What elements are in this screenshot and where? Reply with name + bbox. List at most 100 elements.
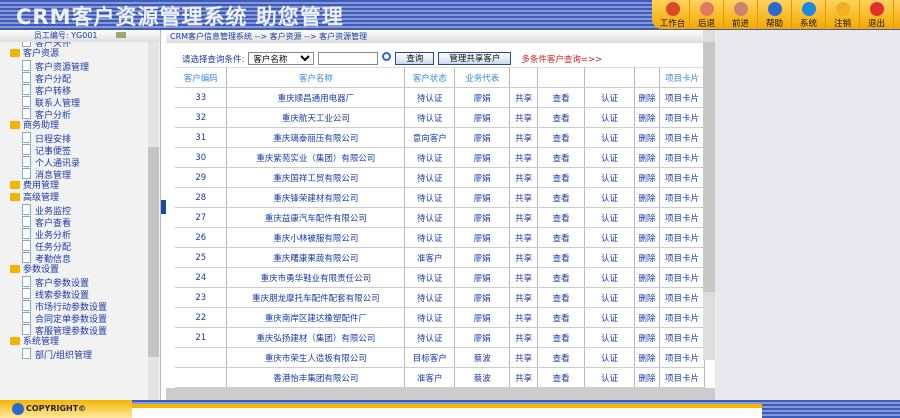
action-link[interactable]: 项目卡片 [659, 287, 706, 308]
action-link[interactable]: 查看 [537, 347, 586, 368]
action-link[interactable]: 删除 [634, 127, 660, 148]
action-link[interactable]: 删除 [634, 347, 660, 368]
action-link[interactable]: 删除 [634, 107, 660, 128]
tree-item[interactable]: 客户参数设置 [0, 276, 148, 289]
action-link[interactable]: 共享 [509, 127, 539, 148]
tree-item[interactable]: 市场行动参数设置 [0, 300, 148, 313]
toolbar-button-2[interactable]: 前进 [724, 0, 758, 29]
action-link[interactable]: 查看 [537, 147, 586, 168]
action-link[interactable]: 共享 [509, 287, 539, 308]
action-link[interactable]: 删除 [634, 187, 660, 208]
query-input[interactable] [318, 52, 379, 65]
tree-item[interactable]: 合同定单参数设置 [0, 312, 148, 325]
toolbar-button-5[interactable]: 注销 [826, 0, 860, 29]
action-link[interactable]: 查看 [537, 287, 586, 308]
action-link[interactable]: 认证 [584, 107, 635, 128]
tree-item[interactable]: 记事便签 [0, 144, 148, 157]
action-link[interactable]: 项目卡片 [659, 207, 706, 228]
query-condition-select[interactable]: 客户名称 [248, 52, 315, 65]
action-link[interactable]: 项目卡片 [659, 267, 706, 288]
action-link[interactable]: 共享 [509, 167, 539, 188]
action-link[interactable]: 项目卡片 [659, 147, 706, 168]
action-link[interactable]: 项目卡片 [659, 187, 706, 208]
tree-item[interactable]: 任务分配 [0, 240, 148, 253]
action-link[interactable]: 删除 [634, 307, 660, 328]
action-link[interactable]: 查看 [537, 327, 586, 348]
action-link[interactable]: 项目卡片 [659, 347, 706, 368]
action-link[interactable]: 认证 [584, 227, 635, 248]
action-link[interactable]: 项目卡片 [659, 247, 706, 268]
action-link[interactable]: 共享 [509, 207, 539, 228]
tree-item[interactable]: 线索参数设置 [0, 288, 148, 301]
action-link[interactable]: 删除 [634, 327, 660, 348]
action-link[interactable]: 查看 [537, 167, 586, 188]
tree-item[interactable]: 客服管理参数设置 [0, 324, 148, 337]
action-link[interactable]: 删除 [634, 147, 660, 168]
action-link[interactable]: 共享 [509, 267, 539, 288]
tree-item[interactable]: 客户查看 [0, 216, 148, 229]
tree-item[interactable]: 客户转移 [0, 84, 148, 97]
action-link[interactable]: 查看 [537, 207, 586, 228]
action-link[interactable]: 认证 [584, 267, 635, 288]
tree-folder[interactable]: 客户资源 [0, 48, 148, 60]
action-link[interactable]: 删除 [634, 367, 660, 388]
action-link[interactable]: 认证 [584, 207, 635, 228]
action-link[interactable]: 项目卡片 [659, 307, 706, 328]
action-link[interactable]: 删除 [634, 167, 660, 188]
action-link[interactable]: 删除 [634, 227, 660, 248]
action-link[interactable]: 查看 [537, 227, 586, 248]
action-link[interactable]: 查看 [537, 107, 586, 128]
tree-folder[interactable]: 高级管理 [0, 192, 148, 204]
action-link[interactable]: 认证 [584, 167, 635, 188]
magnifier-icon[interactable] [382, 52, 392, 61]
tree-folder[interactable]: 费用管理 [0, 180, 148, 192]
action-link[interactable]: 共享 [509, 187, 539, 208]
action-link[interactable]: 认证 [584, 247, 635, 268]
action-link[interactable]: 删除 [634, 247, 660, 268]
action-link[interactable]: 项目卡片 [659, 367, 706, 388]
action-link[interactable]: 项目卡片 [659, 127, 706, 148]
action-link[interactable]: 查看 [537, 307, 586, 328]
search-button[interactable]: 查询 [395, 52, 435, 65]
tree-item[interactable]: 客户资源管理 [0, 60, 148, 73]
action-link[interactable]: 认证 [584, 327, 635, 348]
mail-icon[interactable] [116, 32, 127, 38]
vertical-scrollbar[interactable] [703, 30, 715, 360]
tree-item[interactable]: 业务分析 [0, 228, 148, 241]
action-link[interactable]: 共享 [509, 87, 539, 108]
action-link[interactable]: 共享 [509, 247, 539, 268]
action-link[interactable]: 项目卡片 [659, 107, 706, 128]
tree-item[interactable]: 日程安排 [0, 132, 148, 145]
action-link[interactable]: 查看 [537, 267, 586, 288]
action-link[interactable]: 认证 [584, 287, 635, 308]
action-link[interactable]: 共享 [509, 327, 539, 348]
action-link[interactable]: 共享 [509, 367, 539, 388]
action-link[interactable]: 查看 [537, 87, 586, 108]
tree-folder[interactable]: 参数设置 [0, 264, 148, 276]
horizontal-scrollbar[interactable] [166, 388, 715, 400]
toolbar-button-0[interactable]: 工作台 [656, 0, 690, 29]
manage-shared-button[interactable]: 管理共享客户 [438, 52, 512, 65]
action-link[interactable]: 删除 [634, 207, 660, 228]
action-link[interactable]: 认证 [584, 187, 635, 208]
tree-item[interactable]: 客户分析 [0, 108, 148, 121]
toolbar-button-1[interactable]: 后退 [690, 0, 724, 29]
action-link[interactable]: 项目卡片 [659, 227, 706, 248]
action-link[interactable]: 查看 [537, 367, 586, 388]
action-link[interactable]: 删除 [634, 87, 660, 108]
action-link[interactable]: 共享 [509, 107, 539, 128]
tree-folder[interactable]: 商务助理 [0, 120, 148, 132]
multi-condition-link[interactable]: 多条件客户查询=>> [521, 53, 602, 65]
action-link[interactable]: 查看 [537, 127, 586, 148]
action-link[interactable]: 项目卡片 [659, 327, 706, 348]
tree-item[interactable]: 客户分配 [0, 72, 148, 85]
action-link[interactable]: 认证 [584, 87, 635, 108]
action-link[interactable]: 认证 [584, 147, 635, 168]
tree-item[interactable]: 业务监控 [0, 204, 148, 217]
action-link[interactable]: 认证 [584, 367, 635, 388]
tree-folder[interactable]: 系统管理 [0, 336, 148, 348]
sidebar-scrollbar[interactable] [148, 42, 159, 400]
action-link[interactable]: 共享 [509, 307, 539, 328]
action-link[interactable]: 共享 [509, 347, 539, 368]
action-link[interactable]: 删除 [634, 267, 660, 288]
